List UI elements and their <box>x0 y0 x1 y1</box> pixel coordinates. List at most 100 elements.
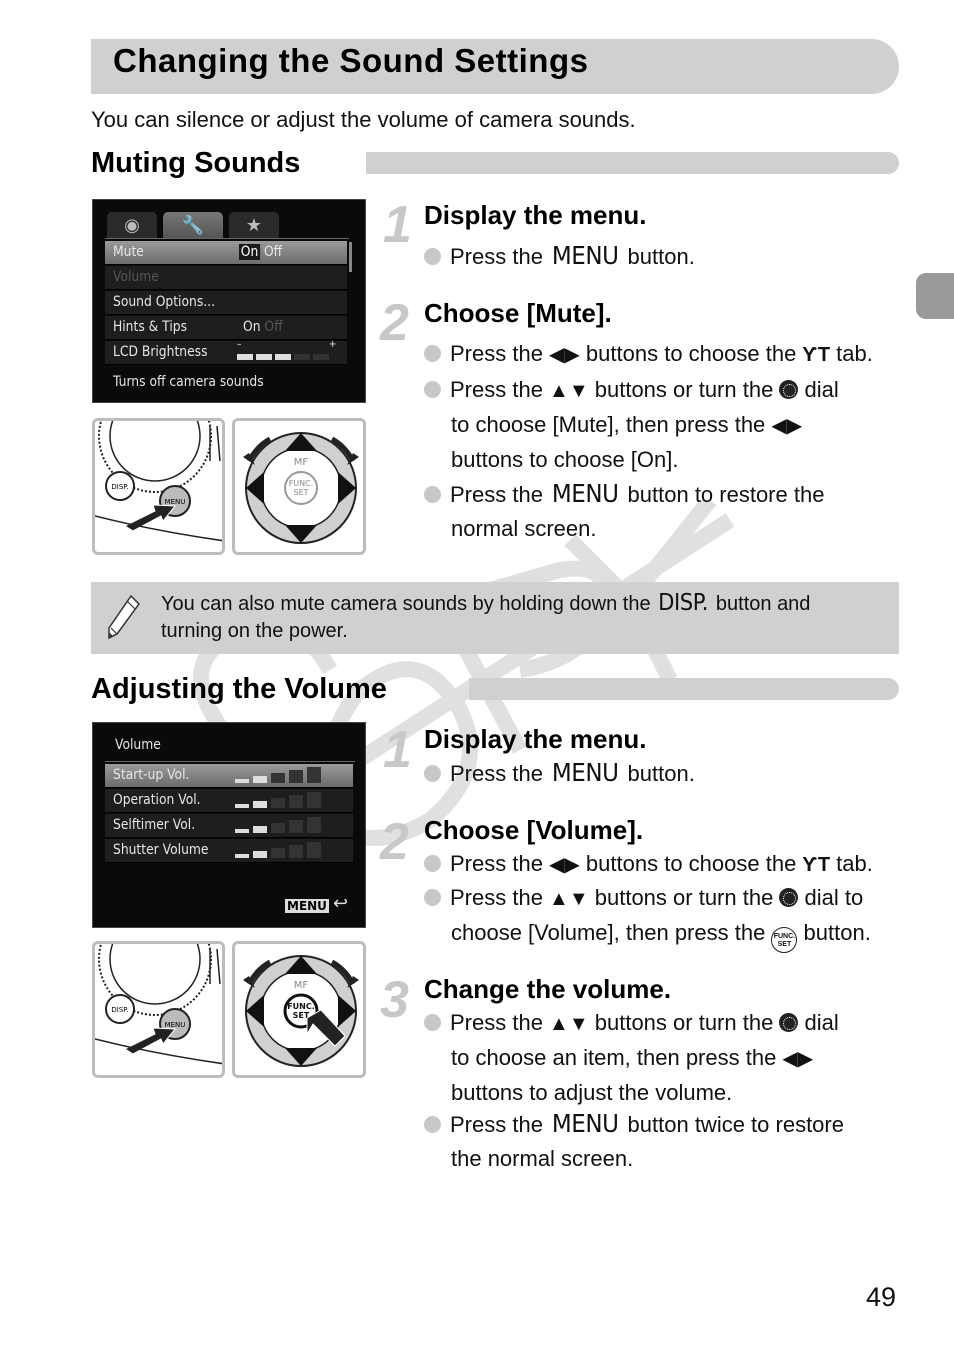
step-bullet: Press the ◀▶ buttons to choose the ƳT ta… <box>424 847 904 882</box>
disp-key-label: DISP. <box>658 590 709 616</box>
left-right-buttons-icon: ◀▶ <box>549 344 580 366</box>
volume-row: Shutter Volume <box>105 839 353 863</box>
step-bullet: Press the ◀▶ buttons to choose the ƳT ta… <box>424 337 904 372</box>
press-arrow-icon <box>123 504 177 532</box>
step-title-display-menu: Display the menu. <box>424 200 647 230</box>
func-set-button-icon: FUNC. SET <box>771 927 798 953</box>
menu-hint-text: Turns off camera sounds <box>113 374 264 390</box>
step-number-1: 1 <box>383 721 412 779</box>
volume-level-segment <box>271 798 285 808</box>
step-bullet: Press the MENU button twice to restore t… <box>424 1107 904 1176</box>
brightness-segment <box>294 354 310 360</box>
svg-text:MF: MF <box>294 980 309 991</box>
bullet-icon <box>424 381 441 398</box>
volume-row: Operation Vol. <box>105 789 353 813</box>
step-bullet: Press the MENU button. <box>424 756 695 791</box>
volume-level-segment <box>307 767 321 783</box>
return-icon: ↩ <box>333 893 349 913</box>
svg-text:MENU: MENU <box>165 498 186 506</box>
volume-level-segment <box>271 773 285 783</box>
section-heading-muting: Muting Sounds <box>91 147 301 179</box>
volume-row: Start-up Vol. <box>105 764 353 788</box>
brightness-segment <box>313 354 329 360</box>
svg-text:FUNC.: FUNC. <box>287 1002 315 1011</box>
volume-screen-title: Volume <box>115 737 161 753</box>
camera-screen-volume: Volume Start-up Vol. Operation Vol. Selfti… <box>92 722 366 928</box>
tools-tab-icon: ƳT <box>802 854 831 876</box>
mute-on-value: On <box>239 244 261 260</box>
menu-key-label: MENU <box>551 241 619 270</box>
tab-settings: 🔧 <box>163 212 223 238</box>
left-right-buttons-icon: ◀▶ <box>771 415 803 437</box>
volume-level-segment <box>235 804 249 808</box>
step-title-choose-volume: Choose [Volume]. <box>424 815 644 845</box>
mute-off-value: Off <box>263 244 283 260</box>
section-heading-volume: Adjusting the Volume <box>91 673 387 705</box>
tools-icon: 🔧 <box>181 215 205 235</box>
svg-text:MF: MF <box>294 457 309 468</box>
step-bullet: Press the MENU button. <box>424 239 695 274</box>
control-dial-icon <box>779 888 799 907</box>
svg-text:FUNC.: FUNC. <box>289 479 314 488</box>
volume-level-segment <box>271 848 285 858</box>
volume-level-segment <box>307 817 321 833</box>
control-dial-icon <box>779 380 799 399</box>
up-down-buttons-icon: ▲▼ <box>549 888 589 910</box>
bullet-icon <box>424 345 441 362</box>
step-title-display-menu: Display the menu. <box>424 724 647 754</box>
step-number-2: 2 <box>380 294 409 352</box>
left-right-buttons-icon: ◀▶ <box>782 1048 814 1070</box>
step-number-3: 3 <box>380 971 409 1029</box>
step-bullet: Press the ▲▼ buttons or turn the dial to… <box>424 1006 904 1110</box>
control-dial-diagram: FUNC. SET MF <box>232 418 366 555</box>
section-bar-volume <box>469 678 899 700</box>
chapter-tab <box>916 273 954 319</box>
svg-text:MENU: MENU <box>165 1021 186 1029</box>
volume-level-segment <box>289 795 303 808</box>
menu-row-sound-options: Sound Options... <box>105 291 347 315</box>
volume-level-segment <box>253 801 267 808</box>
tab-shooting: ◉ <box>107 212 157 238</box>
step-number-1: 1 <box>383 196 412 254</box>
page-title: Changing the Sound Settings <box>113 42 589 79</box>
camera-screen-menu: ◉ 🔧 ★ Mute On Off Volume Sound Options..… <box>92 199 366 403</box>
volume-level-segment <box>253 826 267 833</box>
tools-tab-icon: ƳT <box>802 344 831 366</box>
volume-level-segment <box>235 854 249 858</box>
up-down-buttons-icon: ▲▼ <box>549 380 589 402</box>
menu-key-label: MENU <box>551 1109 619 1138</box>
camera-icon: ◉ <box>124 215 140 235</box>
bullet-icon <box>424 765 441 782</box>
tab-my-menu: ★ <box>229 212 279 238</box>
bullet-icon <box>424 248 441 265</box>
intro-text: You can silence or adjust the volume of … <box>91 107 636 132</box>
control-dial-diagram: FUNC. SET MF <box>232 941 366 1078</box>
brightness-segment <box>256 354 272 360</box>
bullet-icon <box>424 855 441 872</box>
menu-scrollbar <box>349 242 352 272</box>
tab-divider <box>105 238 349 239</box>
volume-level-segment <box>271 823 285 833</box>
step-title-choose-mute: Choose [Mute]. <box>424 298 612 328</box>
menu-row-hints-tips: Hints & Tips On Off <box>105 316 347 340</box>
page-number: 49 <box>866 1282 897 1312</box>
volume-row: Selftimer Vol. <box>105 814 353 838</box>
menu-row-mute: Mute On Off <box>105 241 347 265</box>
bullet-icon <box>424 1116 441 1133</box>
bullet-icon <box>424 889 441 906</box>
volume-level-segment <box>289 770 303 783</box>
menu-row-lcd-brightness: LCD Brightness – + <box>105 339 347 365</box>
camera-back-diagram: DISP. MENU <box>92 941 225 1078</box>
volume-level-segment <box>307 792 321 808</box>
step-number-2: 2 <box>380 813 409 871</box>
step-title-change-volume: Change the volume. <box>424 974 672 1004</box>
menu-row-volume: Volume <box>105 266 347 290</box>
bullet-icon <box>424 486 441 503</box>
brightness-segment <box>275 354 291 360</box>
volume-level-segment <box>289 845 303 858</box>
step-bullet: Press the ▲▼ buttons or turn the dial to… <box>424 373 904 477</box>
volume-level-segment <box>235 779 249 783</box>
brightness-segment <box>237 354 253 360</box>
note-text: You can also mute camera sounds by holdi… <box>161 590 811 642</box>
volume-level-segment <box>253 851 267 858</box>
